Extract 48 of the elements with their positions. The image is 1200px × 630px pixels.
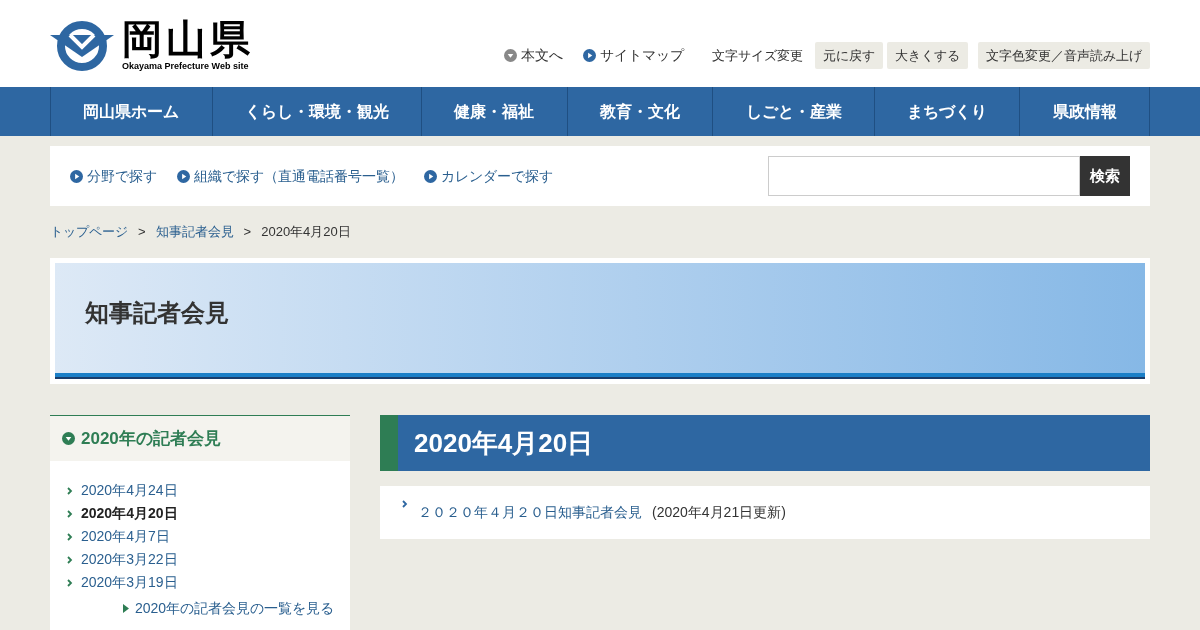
sidebar-link[interactable]: 2020年4月7日 [81,526,170,547]
nav-tab[interactable]: 健康・福祉 [422,87,568,136]
triangle-icon [123,604,129,613]
play-icon [424,169,437,183]
nav-tab[interactable]: 岡山県ホーム [51,87,213,136]
nav-tab[interactable]: しごと・産業 [713,87,875,136]
chevron-icon [67,578,73,587]
sidebar-link[interactable]: 2020年4月20日 [81,503,178,524]
breadcrumb-link[interactable]: トップページ [50,222,128,242]
header-link[interactable]: 本文へ [504,44,563,66]
chevron-icon [402,500,408,508]
font-option-button[interactable]: 元に戻す [815,41,883,69]
font-option-button[interactable]: 大きくする [887,41,968,69]
breadcrumb-current: 2020年4月20日 [261,223,351,242]
sidebar-link[interactable]: 2020年3月19日 [81,572,178,593]
play-icon [177,169,190,183]
chevron-icon [67,509,73,518]
search-link[interactable]: 組織で探す（直通電話番号一覧） [177,165,404,187]
banner-title: 知事記者会見 [85,298,229,328]
header-link[interactable]: サイトマップ [583,44,684,66]
breadcrumb-link[interactable]: 知事記者会見 [155,222,234,242]
search-button[interactable]: 検索 [1080,156,1130,196]
chevron-icon [67,486,73,495]
logo-title: 岡山県 [122,18,254,60]
nav-tab[interactable]: 県政情報 [1020,87,1151,136]
updated-date: (2020年4月21日更新) [652,503,786,522]
search-field[interactable] [768,156,1080,196]
page-heading: 2020年4月20日 [413,426,594,460]
sidebar-title: 2020年の記者会見 [81,427,221,450]
sidebar-link[interactable]: 2020年3月22日 [81,549,178,570]
search-link[interactable]: カレンダーで探す [424,165,553,187]
chevron-icon [67,555,73,564]
logo-icon [50,20,114,71]
logo-subtitle: Okayama Prefecture Web site [122,60,250,73]
sidebar-link[interactable]: 2020年4月24日 [81,480,178,501]
play-icon [583,48,596,62]
chevron-icon [67,532,73,541]
breadcrumb-separator: > [138,223,146,242]
font-option-button[interactable]: 文字色変更／音声読み上げ [978,41,1150,69]
nav-tab[interactable]: くらし・環境・観光 [212,87,423,136]
play-icon [70,169,83,183]
font-size-label: 文字サイズ変更 [712,46,803,65]
more-link[interactable]: 2020年の記者会見の一覧を見る [135,598,335,619]
entry-link[interactable]: ２０２０年４月２０日知事記者会見 [418,502,642,523]
breadcrumb-separator: > [243,223,252,242]
search-link[interactable]: 分野で探す [70,165,157,187]
nav-tab[interactable]: まちづくり [874,87,1021,136]
nav-tab[interactable]: 教育・文化 [567,87,714,136]
